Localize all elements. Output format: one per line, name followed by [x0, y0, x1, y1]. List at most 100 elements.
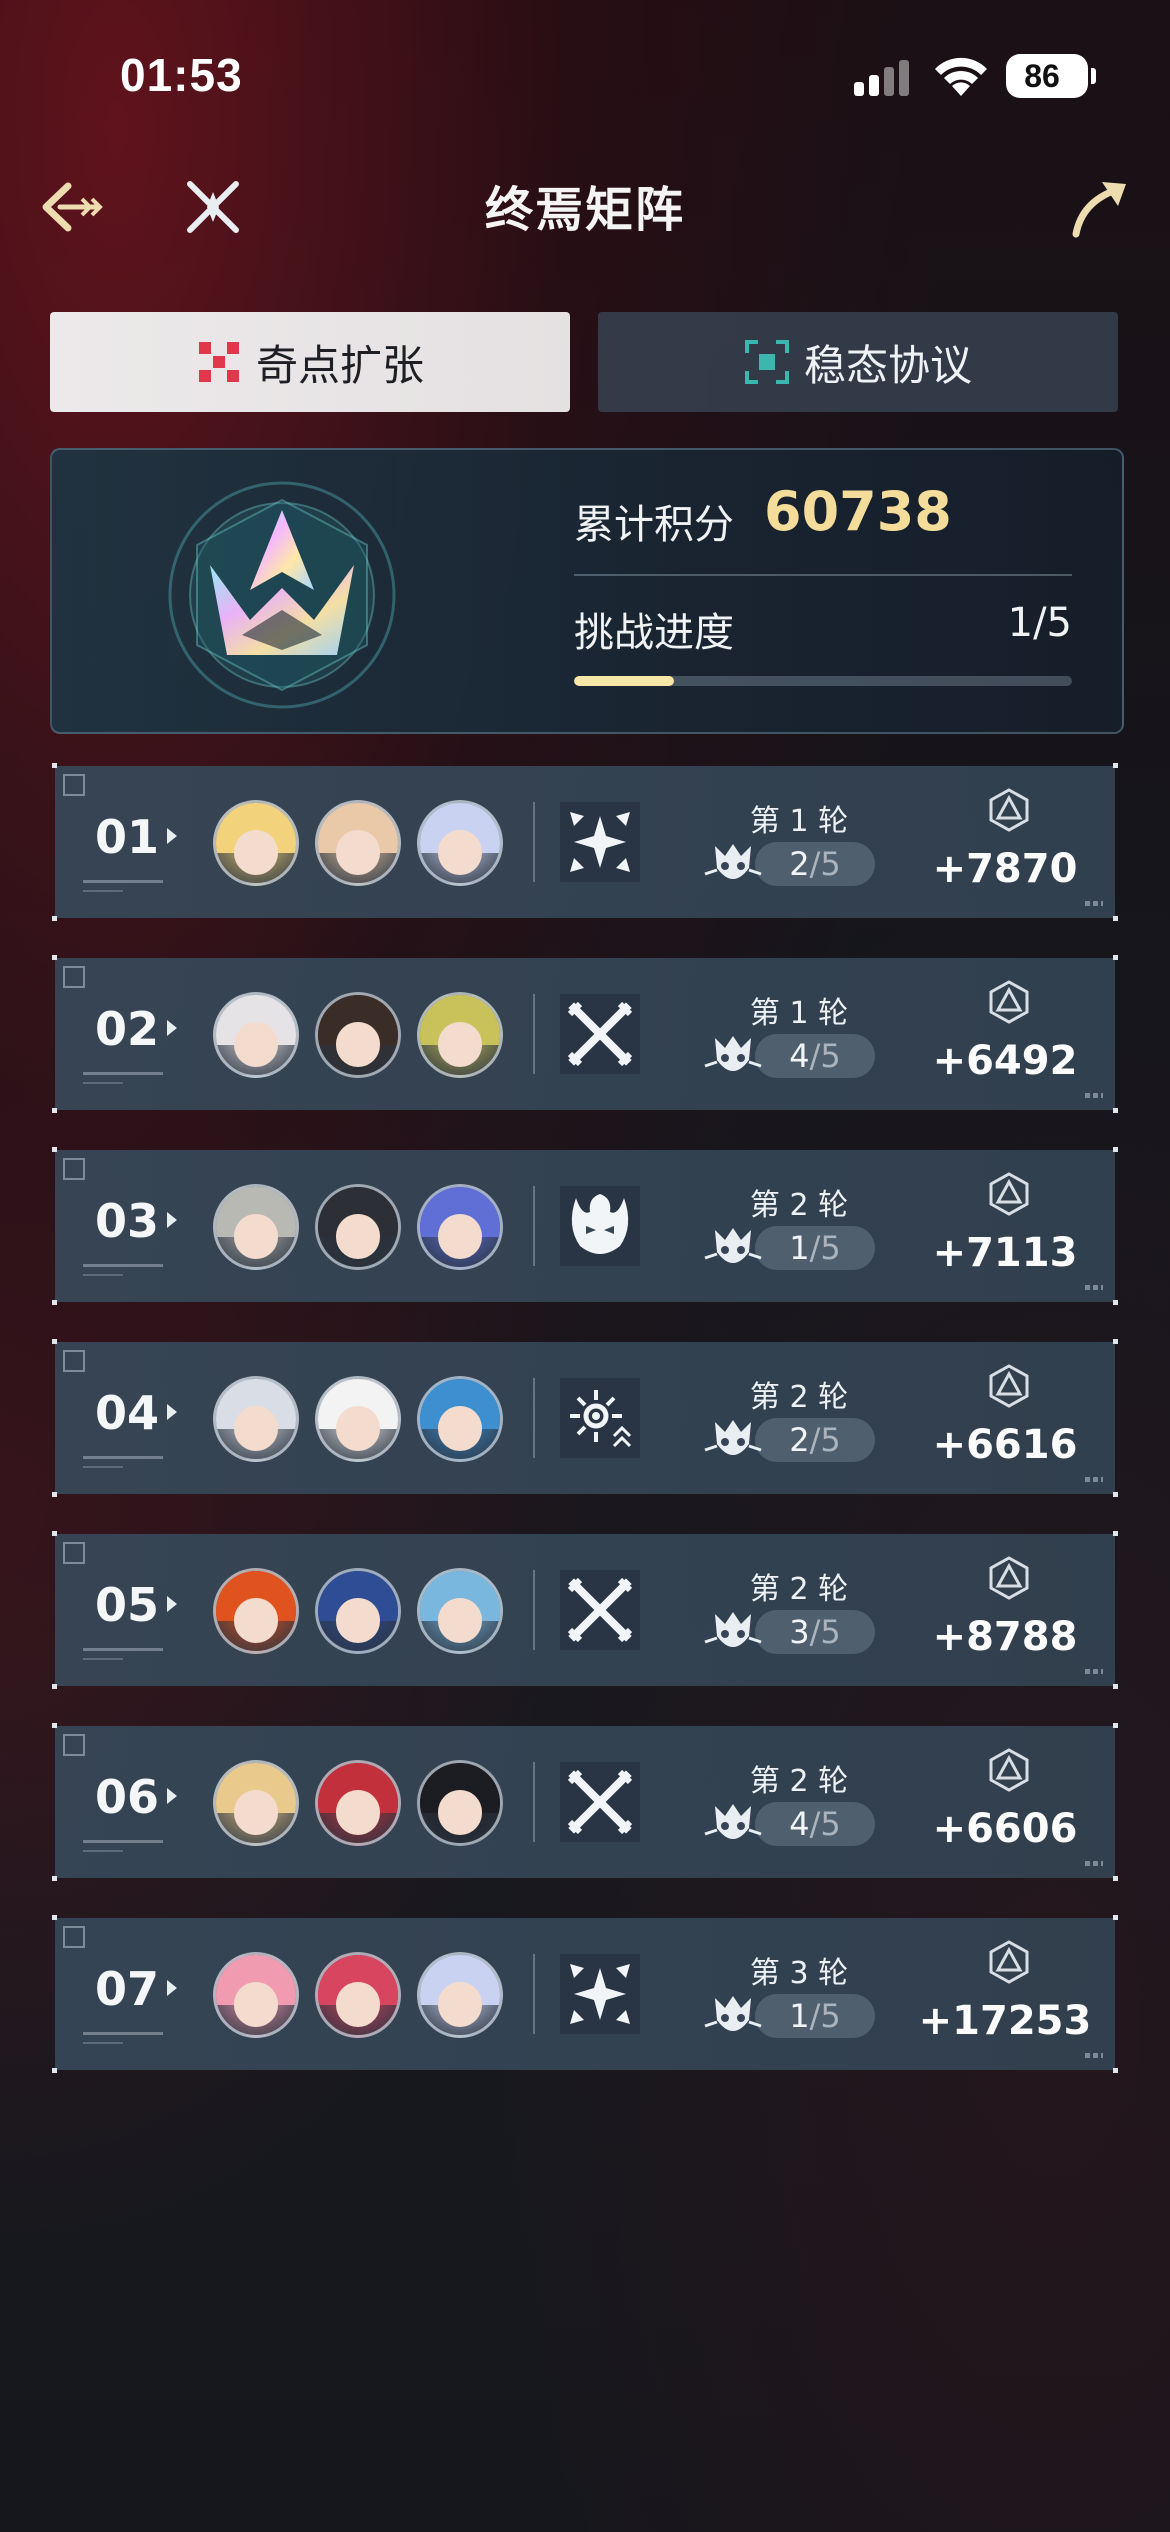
divider: [533, 994, 535, 1074]
decor-dots: [1085, 1669, 1103, 1674]
corner-marker: [1113, 763, 1118, 768]
radiant-sun-icon: [570, 1390, 632, 1448]
divider: [574, 574, 1072, 576]
stage-progress: 3/5: [755, 1610, 875, 1654]
stage-row-07[interactable]: 07 第 3 轮 1/5 +17253: [52, 1915, 1118, 2073]
tab-singularity-expansion[interactable]: 奇点扩张: [50, 312, 570, 412]
character-avatar[interactable]: [417, 1184, 503, 1270]
divider: [83, 890, 123, 892]
stage-progress: 1/5: [755, 1994, 875, 2038]
score-emblem-icon: [989, 1940, 1029, 1984]
character-avatar[interactable]: [315, 1760, 401, 1846]
expand-arrow-icon[interactable]: [167, 1788, 177, 1804]
stage-row-01[interactable]: 01 第 1 轮 2/5 +7870: [52, 763, 1118, 921]
divider: [533, 1378, 535, 1458]
stage-score: +7113: [932, 1230, 1078, 1276]
character-avatar[interactable]: [213, 800, 299, 886]
corner-marker: [52, 1684, 57, 1689]
score-emblem-icon: [989, 1556, 1029, 1600]
stage-row-05[interactable]: 05 第 2 轮 3/5 +8788: [52, 1531, 1118, 1689]
round-label: 第 2 轮: [749, 1188, 849, 1223]
character-avatar[interactable]: [315, 992, 401, 1078]
character-avatar[interactable]: [417, 992, 503, 1078]
stage-score: +7870: [932, 846, 1078, 892]
share-arrow-icon[interactable]: [1066, 172, 1136, 242]
stage-row-06[interactable]: 06 第 2 轮 4/5 +6606: [52, 1723, 1118, 1881]
tab-label: 稳态协议: [803, 340, 972, 390]
stage-marker-icon: [63, 966, 85, 988]
character-avatar[interactable]: [315, 1952, 401, 2038]
stage-row-02[interactable]: 02 第 1 轮 4/5 +6492: [52, 955, 1118, 1113]
stage-score: +17253: [918, 1998, 1092, 2044]
character-avatar[interactable]: [213, 1184, 299, 1270]
buff-icon-slot[interactable]: [560, 1186, 640, 1266]
round-label: 第 3 轮: [749, 1956, 849, 1991]
score-emblem-icon: [989, 788, 1029, 832]
enemy-skull-icon: [704, 1804, 762, 1839]
character-avatar[interactable]: [315, 1184, 401, 1270]
expand-arrow-icon[interactable]: [167, 828, 177, 844]
corner-marker: [52, 955, 57, 960]
stage-marker-icon: [63, 1542, 85, 1564]
stage-number: 01: [95, 810, 160, 864]
score-emblem-icon: [989, 1748, 1029, 1792]
character-avatar[interactable]: [417, 1952, 503, 2038]
character-avatar[interactable]: [417, 1376, 503, 1462]
buff-icon-slot[interactable]: [560, 1954, 640, 2034]
enemy-skull-icon: [704, 1996, 762, 2031]
progress-done: 1: [789, 1997, 810, 2035]
enemy-skull-icon: [704, 1228, 762, 1263]
character-avatar[interactable]: [213, 1568, 299, 1654]
divider: [83, 2042, 123, 2044]
character-avatar[interactable]: [417, 1568, 503, 1654]
buff-icon-slot[interactable]: [560, 1762, 640, 1842]
divider: [533, 1762, 535, 1842]
corner-marker: [52, 1915, 57, 1920]
character-avatar[interactable]: [417, 1760, 503, 1846]
singularity-tab-icon: [198, 342, 239, 382]
progress-done: 4: [789, 1037, 810, 1075]
character-avatar[interactable]: [417, 800, 503, 886]
corner-marker: [1113, 1339, 1118, 1344]
character-avatar[interactable]: [213, 992, 299, 1078]
stage-score: +6492: [932, 1038, 1078, 1084]
stage-row-04[interactable]: 04 第 2 轮 2/5 +6616: [52, 1339, 1118, 1497]
expand-arrow-icon[interactable]: [167, 1404, 177, 1420]
enemy-skull-icon: [704, 1420, 762, 1455]
buff-icon-slot[interactable]: [560, 994, 640, 1074]
character-avatar[interactable]: [213, 1952, 299, 2038]
decor-dots: [1085, 1285, 1103, 1290]
decor-dots: [1085, 1093, 1103, 1098]
character-avatar[interactable]: [213, 1376, 299, 1462]
corner-marker: [1113, 1723, 1118, 1728]
divider: [83, 1840, 163, 1843]
stage-score: +6606: [932, 1806, 1078, 1852]
expand-arrow-icon[interactable]: [167, 1020, 177, 1036]
expand-arrow-icon[interactable]: [167, 1212, 177, 1228]
stage-marker-icon: [63, 1158, 85, 1180]
character-avatar[interactable]: [315, 800, 401, 886]
corner-marker: [52, 1492, 57, 1497]
divider: [83, 1264, 163, 1267]
divider: [533, 1186, 535, 1266]
progress-total: /5: [809, 1229, 841, 1267]
expand-arrow-icon[interactable]: [167, 1980, 177, 1996]
divider: [533, 1570, 535, 1650]
progress-done: 2: [789, 1421, 810, 1459]
round-label: 第 1 轮: [749, 804, 849, 839]
buff-icon-slot[interactable]: [560, 1570, 640, 1650]
corner-marker: [52, 916, 57, 921]
buff-icon-slot[interactable]: [560, 1378, 640, 1458]
buff-icon-slot[interactable]: [560, 802, 640, 882]
shatter-inward-icon: [570, 1964, 630, 2024]
corner-marker: [52, 1723, 57, 1728]
stage-row-03[interactable]: 03 第 2 轮 1/5 +7113: [52, 1147, 1118, 1305]
enemy-skull-icon: [704, 1612, 762, 1647]
tab-steady-state-protocol[interactable]: 稳态协议: [598, 312, 1118, 412]
corner-marker: [1113, 955, 1118, 960]
character-avatar[interactable]: [315, 1376, 401, 1462]
character-avatar[interactable]: [315, 1568, 401, 1654]
character-avatar[interactable]: [213, 1760, 299, 1846]
page-title: 终焉矩阵: [484, 182, 685, 238]
expand-arrow-icon[interactable]: [167, 1596, 177, 1612]
